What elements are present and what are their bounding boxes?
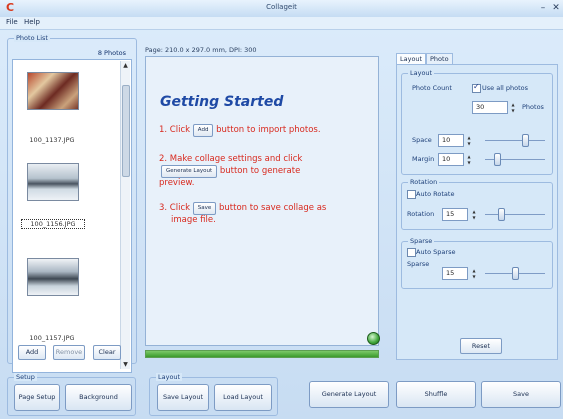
rotation-input[interactable]: 15 (442, 208, 468, 221)
photos-count-input[interactable]: 30 (472, 101, 508, 114)
preview-canvas: Getting Started 1. Click Add button to i… (145, 56, 379, 346)
globe-icon[interactable] (367, 332, 380, 345)
rotation-slider-thumb[interactable] (498, 208, 505, 221)
rotation-settings-group: Rotation Auto Rotate Rotation 15 ▲ ▼ (401, 178, 553, 230)
layout-file-group: Layout Save Layout Load Layout (149, 373, 278, 416)
reset-button[interactable]: Reset (460, 338, 502, 354)
add-button[interactable]: Add (18, 345, 46, 360)
space-spinner-icon[interactable]: ▲ ▼ (465, 135, 473, 146)
margin-input[interactable]: 10 (438, 153, 464, 166)
photo-thumbnail[interactable] (27, 72, 79, 110)
scrollbar-thumb[interactable] (122, 85, 130, 177)
sparse-slider-thumb[interactable] (512, 267, 519, 280)
load-layout-button[interactable]: Load Layout (214, 384, 272, 411)
space-label: Space (412, 136, 432, 144)
menu-bar: File Help (0, 17, 563, 30)
use-all-photos-label: Use all photos (482, 84, 529, 92)
rotation-slider-track[interactable] (485, 214, 545, 215)
photo-list-title: Photo List (14, 34, 50, 42)
auto-sparse-label: Auto Sparse (416, 248, 456, 256)
sparse-input[interactable]: 15 (442, 267, 468, 280)
app-window: C Collageit – ✕ File Help Photo List 8 P… (0, 0, 563, 419)
photo-count-label: 8 Photos (97, 49, 126, 57)
use-all-photos-checkbox[interactable] (472, 82, 481, 93)
save-layout-button[interactable]: Save Layout (157, 384, 209, 411)
sparse-spinner-icon[interactable]: ▲ ▼ (470, 268, 478, 279)
sparse-group-title: Sparse (408, 237, 435, 245)
menu-help[interactable]: Help (24, 18, 40, 26)
auto-rotate-checkbox[interactable] (407, 190, 416, 199)
layout-file-group-title: Layout (156, 373, 183, 381)
margin-label: Margin (412, 155, 435, 163)
step-2: 2. Make collage settings and click Gener… (159, 154, 303, 188)
photo-count-label: Photo Count (412, 84, 452, 92)
rotation-spinner-icon[interactable]: ▲ ▼ (470, 209, 478, 220)
sparse-settings-group: Sparse Auto Sparse Sparse 15 ▲ ▼ (401, 237, 553, 289)
photo-filename-selected: 100_1156.JPG (21, 219, 85, 229)
menu-file[interactable]: File (6, 18, 18, 26)
sparse-label: Sparse (407, 260, 430, 268)
photo-filename: 100_1157.JPG (29, 334, 75, 342)
step-3: 3. Click Save button to save collage as … (159, 202, 327, 225)
page-setup-button[interactable]: Page Setup (14, 384, 60, 411)
setup-group-title: Setup (14, 373, 37, 381)
photo-thumbnail[interactable] (27, 258, 79, 296)
save-button[interactable]: Save (481, 381, 561, 408)
page-info: Page: 210.0 x 297.0 mm, DPI: 300 (145, 46, 257, 54)
photos-unit-label: Photos (522, 103, 544, 111)
generate-layout-button[interactable]: Generate Layout (309, 381, 389, 408)
space-slider-thumb[interactable] (522, 134, 529, 147)
photo-thumbnail[interactable] (27, 163, 79, 201)
photo-list-scrollbar[interactable]: ▲ ▼ (120, 61, 130, 369)
getting-started-heading: Getting Started (160, 94, 284, 110)
space-input[interactable]: 10 (438, 134, 464, 147)
photos-spinner-icon[interactable]: ▲ ▼ (509, 102, 517, 113)
layout-settings-group: Layout Photo Count Use all photos 30 ▲▼ … (401, 69, 553, 175)
background-button[interactable]: Background (65, 384, 132, 411)
auto-rotate-label: Auto Rotate (416, 190, 455, 198)
shuffle-button[interactable]: Shuffle (396, 381, 476, 408)
generate-layout-inline-button[interactable]: Generate Layout (161, 165, 218, 178)
space-slider-track[interactable] (485, 140, 545, 141)
add-inline-button[interactable]: Add (192, 124, 214, 137)
remove-button[interactable]: Remove (53, 345, 85, 360)
layout-group-title: Layout (408, 69, 435, 77)
window-title: Collageit (266, 3, 297, 11)
progress-bar (145, 350, 379, 358)
minimize-button[interactable]: – (537, 2, 549, 14)
close-button[interactable]: ✕ (550, 2, 562, 14)
step-1: 1. Click Add button to import photos. (159, 124, 321, 137)
photo-filename: 100_1137.JPG (29, 136, 75, 144)
photo-list[interactable]: 100_1137.JPG 100_1156.JPG 100_1157.JPG ▲… (12, 59, 132, 373)
auto-sparse-checkbox[interactable] (407, 248, 416, 257)
settings-panel: Layout Photo Count Use all photos 30 ▲▼ … (396, 64, 558, 360)
setup-group: Setup Page Setup Background (7, 373, 136, 416)
title-bar: C Collageit – ✕ (0, 0, 563, 18)
rotation-group-title: Rotation (408, 178, 440, 186)
photo-list-group: Photo List 8 Photos 100_1137.JPG 100_115… (7, 34, 137, 373)
scroll-down-icon[interactable]: ▼ (121, 360, 130, 369)
save-inline-button[interactable]: Save (192, 202, 217, 215)
rotation-label: Rotation (407, 210, 435, 218)
margin-slider-thumb[interactable] (494, 153, 501, 166)
margin-spinner-icon[interactable]: ▲ ▼ (465, 154, 473, 165)
clear-button[interactable]: Clear (93, 345, 121, 360)
scroll-up-icon[interactable]: ▲ (121, 61, 130, 70)
